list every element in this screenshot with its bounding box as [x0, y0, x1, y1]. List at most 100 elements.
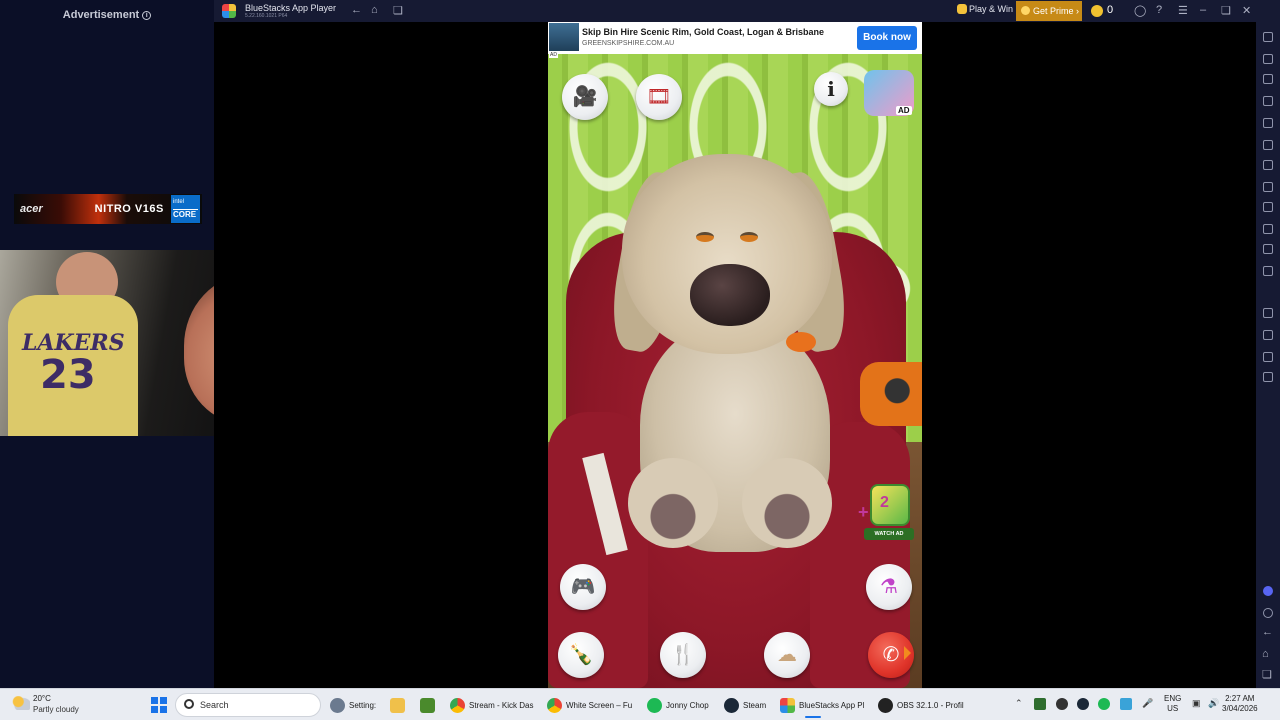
chemistry-button[interactable]: ⚗ [866, 564, 912, 610]
game-ad-banner[interactable]: Skip Bin Hire Scenic Rim, Gold Coast, Lo… [548, 22, 922, 54]
milk-bottle-icon: 🍾 [568, 644, 594, 666]
eco-mode-icon[interactable] [1263, 308, 1273, 318]
macro-icon[interactable] [1263, 160, 1273, 170]
video-camera-icon: 🎥 [572, 86, 598, 108]
multitask-icon[interactable]: ❏ [393, 4, 403, 17]
region-code: US [1167, 704, 1179, 713]
video-player-button[interactable]: 🎞 [636, 74, 682, 120]
rotary-phone[interactable] [860, 362, 922, 426]
taskbar-app-spotify[interactable]: Jonny Chop [647, 695, 709, 715]
eat-button[interactable]: 🍴 [660, 632, 706, 678]
acer-nitro-banner[interactable]: acer NITRO V16S intel CORE [14, 194, 202, 224]
get-prime-label: Get Prime [1033, 6, 1074, 16]
chrome-icon [450, 697, 465, 713]
minimize-icon[interactable]: – [1200, 4, 1206, 16]
bluestacks-titlebar: BlueStacks App Player 5.22.160.1021 P64 … [214, 0, 1280, 22]
screenshot-icon[interactable] [1263, 202, 1273, 212]
burp-button[interactable]: ☁ [764, 632, 810, 678]
desktop: Advertisement i acer NITRO V16S intel COR… [0, 0, 1280, 720]
watch-ad-button[interactable]: + 2 WATCH AD [858, 484, 914, 546]
steam-icon [724, 697, 739, 713]
chevron-up-icon[interactable]: ⌃ [1015, 698, 1023, 709]
search-placeholder: Search [200, 700, 229, 710]
weather-temperature[interactable]: 20°C [33, 694, 51, 703]
menu-icon[interactable]: ☰ [1178, 4, 1188, 17]
fullscreen-icon[interactable] [1263, 32, 1273, 42]
book-now-button[interactable]: Book now [857, 26, 917, 50]
discord-icon[interactable] [1263, 586, 1273, 596]
info-button[interactable]: i [814, 72, 848, 106]
instance-manager-icon[interactable] [1263, 330, 1273, 340]
intel-core-badge: intel CORE [171, 195, 200, 223]
gamepad-small-icon [957, 4, 967, 14]
location-icon[interactable] [1263, 266, 1273, 276]
taskbar-search[interactable]: Search [175, 693, 321, 717]
taskbar-app-file-explorer[interactable] [390, 695, 409, 715]
speaker-icon[interactable]: 🔊 [1208, 698, 1219, 709]
network-icon[interactable]: ▣ [1192, 698, 1201, 709]
record-icon[interactable] [1263, 224, 1273, 234]
system-clock[interactable]: 2:27 AM 3/04/2026 [1222, 694, 1258, 714]
help-icon[interactable]: ? [1156, 4, 1162, 16]
ad-domain: GREENSKIPSHIRE.COM.AU [582, 40, 675, 47]
talking-ben-game[interactable]: Skip Bin Hire Scenic Rim, Gold Coast, Lo… [548, 22, 922, 688]
volume-icon[interactable] [1263, 54, 1273, 64]
plus-sign: + [858, 502, 869, 522]
drink-button[interactable]: 🍾 [558, 632, 604, 678]
android-back-icon[interactable]: ← [1262, 626, 1273, 638]
tray-app-icon[interactable] [1034, 698, 1046, 710]
taskbar-app-minecraft[interactable] [420, 695, 439, 715]
android-home-icon[interactable]: ⌂ [1262, 648, 1269, 660]
get-prime-button[interactable]: Get Prime › [1016, 1, 1082, 21]
video-player-icon: 🎞 [646, 86, 672, 108]
taskbar-app-steam[interactable]: Steam [724, 695, 766, 715]
android-recents-icon[interactable]: ❏ [1262, 668, 1272, 681]
bluestacks-sidebar: ← ⌂ ❏ [1256, 22, 1280, 688]
rotate-icon[interactable] [1263, 118, 1273, 128]
film-reward-icon [870, 484, 910, 526]
info-icon[interactable]: i [142, 11, 152, 20]
tray-obs-icon[interactable] [1056, 698, 1068, 710]
taskbar-app-obs[interactable]: OBS 32.1.0 - Profil [878, 695, 964, 715]
performance-icon[interactable] [1263, 182, 1273, 192]
tray-network-app-icon[interactable] [1120, 698, 1132, 710]
home-icon[interactable]: ⌂ [371, 4, 378, 16]
app-label: BlueStacks App Pl [799, 700, 865, 710]
phone-call-icon: ✆ [882, 644, 900, 666]
dog-nose[interactable] [690, 264, 770, 326]
taskbar-app-settings[interactable]: Setting: [330, 695, 376, 715]
taskbar-app-bluestacks[interactable]: BlueStacks App Pl [780, 695, 865, 718]
sync-icon[interactable] [1263, 352, 1273, 362]
dog-paw-left[interactable] [628, 458, 718, 548]
advertisement-label: Advertisement i [0, 9, 214, 21]
dog-paw-right[interactable] [742, 458, 832, 548]
more-icon[interactable] [1263, 372, 1273, 382]
play-and-win-button[interactable]: Play & Win [957, 4, 1013, 14]
language-indicator[interactable]: ENG US [1164, 694, 1181, 714]
record-video-button[interactable]: 🎥 [562, 74, 608, 120]
install-apk-icon[interactable] [1263, 96, 1273, 106]
close-icon[interactable]: ✕ [1242, 4, 1251, 17]
back-icon[interactable]: ← [351, 4, 362, 16]
shake-icon[interactable] [1263, 140, 1273, 150]
window-title: BlueStacks App Player [245, 3, 337, 13]
weather-description[interactable]: Partly cloudy [33, 705, 79, 714]
settings-icon[interactable] [1263, 608, 1273, 618]
ad-tag: AD [549, 52, 558, 58]
weather-icon[interactable] [12, 696, 30, 710]
app-label: Setting: [349, 700, 377, 710]
gear-icon [330, 697, 345, 713]
tray-steam-icon[interactable] [1077, 698, 1089, 710]
taskbar-app-chrome-white-screen[interactable]: White Screen – Fu [547, 695, 632, 715]
keyboard-icon[interactable] [1263, 74, 1273, 84]
taskbar-app-chrome-kick[interactable]: Stream - Kick Das [450, 695, 533, 715]
games-button[interactable]: 🎮 [560, 564, 606, 610]
tray-spotify-icon[interactable] [1098, 698, 1110, 710]
bluestacks-logo-icon [222, 4, 236, 18]
media-manager-icon[interactable] [1263, 244, 1273, 254]
windows-start-icon[interactable] [151, 697, 167, 713]
restore-icon[interactable]: ❏ [1221, 4, 1231, 17]
windows-taskbar: 20°C Partly cloudy Search Setting: Strea… [0, 688, 1280, 720]
microphone-icon[interactable]: 🎤 [1142, 698, 1153, 709]
account-icon[interactable]: ◯ [1134, 4, 1146, 17]
